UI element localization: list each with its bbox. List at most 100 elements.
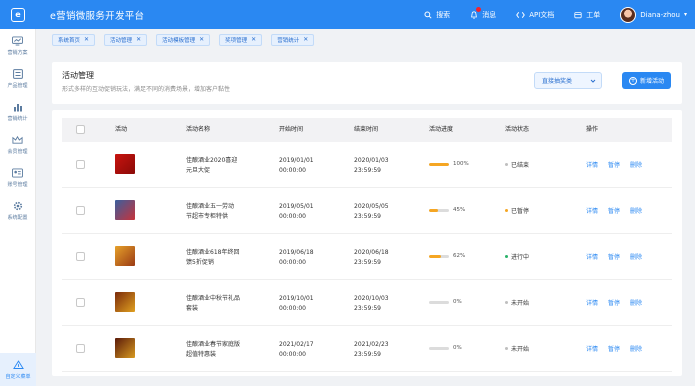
sidebar-item-label: 会员管理 bbox=[7, 148, 28, 155]
end-date: 2021/02/23 bbox=[354, 341, 389, 348]
tab-activity-management[interactable]: 活动管理 ✕ bbox=[104, 33, 148, 46]
tab-label: 奖项管理 bbox=[225, 37, 248, 44]
sidebar-item-members[interactable]: 会员管理 bbox=[0, 128, 35, 161]
delete-link[interactable]: 删除 bbox=[630, 206, 642, 215]
progress-percent: 0% bbox=[453, 345, 462, 351]
end-date: 2020/05/05 bbox=[354, 203, 389, 210]
tickets-button[interactable]: 工单 bbox=[574, 10, 600, 20]
start-time: 00:00:00 bbox=[279, 351, 306, 358]
username[interactable]: Diana-zhou bbox=[640, 11, 680, 19]
activity-name-line1: 佳酿酒业春节家庭版 bbox=[186, 341, 241, 348]
search-button[interactable]: 搜索 bbox=[424, 10, 450, 20]
end-time: 23:59:59 bbox=[354, 351, 381, 358]
pause-link[interactable]: 暂停 bbox=[608, 252, 620, 261]
detail-link[interactable]: 详情 bbox=[586, 206, 598, 215]
sidebar-item-products[interactable]: 产品管理 bbox=[0, 62, 35, 95]
activity-name-line1: 佳酿酒业中秋节礼品 bbox=[186, 295, 241, 302]
close-icon[interactable]: ✕ bbox=[84, 36, 89, 43]
progress: 0% bbox=[429, 299, 462, 305]
delete-link[interactable]: 删除 bbox=[630, 344, 642, 353]
close-icon[interactable]: ✕ bbox=[199, 36, 204, 43]
activity-thumbnail bbox=[115, 246, 135, 266]
sidebar-item-accounts[interactable]: 账号管理 bbox=[0, 161, 35, 194]
row-checkbox[interactable] bbox=[76, 298, 85, 307]
tab-label: 营销统计 bbox=[277, 37, 300, 44]
progress-percent: 45% bbox=[453, 207, 466, 213]
tab-home[interactable]: 系统首页 ✕ bbox=[52, 33, 96, 46]
start-date: 2021/02/17 bbox=[279, 341, 314, 348]
sidebar-item-label: 营销统计 bbox=[7, 115, 28, 122]
activity-name-line2: 元旦大促 bbox=[186, 167, 211, 174]
detail-link[interactable]: 详情 bbox=[586, 298, 598, 307]
messages-label: 消息 bbox=[482, 10, 497, 19]
detail-link[interactable]: 详情 bbox=[586, 160, 598, 169]
delete-link[interactable]: 删除 bbox=[630, 252, 642, 261]
api-docs-button[interactable]: API文档 bbox=[516, 10, 554, 20]
pause-link[interactable]: 暂停 bbox=[608, 206, 620, 215]
sidebar-item-label: 自定义菜单 bbox=[5, 373, 31, 380]
tab-activity-templates[interactable]: 活动模板管理 ✕ bbox=[156, 33, 211, 46]
tab-label: 系统首页 bbox=[58, 37, 81, 44]
search-label: 搜索 bbox=[436, 10, 451, 19]
sidebar-item-statistics[interactable]: 营销统计 bbox=[0, 95, 35, 128]
detail-link[interactable]: 详情 bbox=[586, 344, 598, 353]
tab-label: 活动模板管理 bbox=[162, 37, 196, 44]
end-time: 23:59:59 bbox=[354, 213, 381, 220]
row-checkbox[interactable] bbox=[76, 344, 85, 353]
activity-thumbnail bbox=[115, 154, 135, 174]
crown-icon bbox=[12, 135, 23, 144]
row-checkbox[interactable] bbox=[76, 252, 85, 261]
table-header: 活动 活动名称 开始时间 结束时间 活动进度 活动状态 操作 bbox=[62, 118, 672, 142]
delete-link[interactable]: 删除 bbox=[630, 298, 642, 307]
progress-percent: 100% bbox=[453, 161, 469, 167]
sidebar-item-custom-menu[interactable]: 自定义菜单 bbox=[0, 353, 36, 386]
table-row: 佳酿酒业2020喜迎 元旦大促 2019/01/01 00:00:00 2020/01/… bbox=[62, 142, 672, 188]
start-time: 00:00:00 bbox=[279, 259, 306, 266]
status-label: 已结束 bbox=[511, 162, 530, 169]
avatar[interactable] bbox=[620, 6, 637, 23]
close-icon[interactable]: ✕ bbox=[136, 36, 141, 43]
close-icon[interactable]: ✕ bbox=[251, 36, 256, 43]
pause-link[interactable]: 暂停 bbox=[608, 344, 620, 353]
sidebar: 营销方案 产品管理 营销统计 会员管理 账号管理 系统配置 自定义菜单 bbox=[0, 29, 36, 386]
code-icon bbox=[516, 11, 526, 18]
add-activity-button[interactable]: + 新增活动 bbox=[622, 72, 671, 89]
detail-link[interactable]: 详情 bbox=[586, 252, 598, 261]
list-icon bbox=[12, 68, 23, 79]
messages-button[interactable]: 消息 bbox=[470, 6, 497, 20]
column-header-progress: 活动进度 bbox=[429, 126, 454, 133]
column-header-activity: 活动 bbox=[115, 126, 128, 133]
unread-badge bbox=[476, 6, 482, 12]
select-all-checkbox[interactable] bbox=[76, 125, 85, 134]
row-checkbox[interactable] bbox=[76, 206, 85, 215]
page-description: 形式多样的互动促销玩法，满足不同的消费场景，增加客户黏性 bbox=[62, 86, 231, 93]
end-time: 23:59:59 bbox=[354, 167, 381, 174]
ticket-icon bbox=[574, 11, 582, 18]
api-docs-label: API文档 bbox=[529, 10, 555, 19]
sidebar-item-marketing-plan[interactable]: 营销方案 bbox=[0, 29, 35, 62]
table-row: 佳酿酒业中秋节礼品 套装 2019/10/01 00:00:00 2020/10/03 2… bbox=[62, 280, 672, 326]
pause-link[interactable]: 暂停 bbox=[608, 298, 620, 307]
table-row: 佳酿酒业五一劳动 节超市专柜特供 2019/05/01 00:00:00 2020/05… bbox=[62, 188, 672, 234]
status-badge: 未开始 bbox=[505, 298, 529, 307]
activity-thumbnail bbox=[115, 292, 135, 312]
column-header-start: 开始时间 bbox=[279, 126, 304, 133]
close-icon[interactable]: ✕ bbox=[303, 36, 308, 43]
pause-link[interactable]: 暂停 bbox=[608, 160, 620, 169]
app-logo[interactable]: e bbox=[0, 0, 36, 29]
select-value: 直接抽奖类 bbox=[542, 78, 573, 85]
column-header-actions: 操作 bbox=[586, 126, 599, 133]
category-select[interactable]: 直接抽奖类 bbox=[534, 72, 602, 89]
progress-fill bbox=[429, 162, 449, 166]
table-row: 佳酿酒业春节家庭版 超值特惠装 2021/02/17 00:00:00 2021/02/… bbox=[62, 326, 672, 372]
chevron-down-icon[interactable]: ▾ bbox=[684, 11, 687, 18]
tab-statistics[interactable]: 营销统计 ✕ bbox=[271, 33, 315, 46]
activity-name-line2: 馈5折促销 bbox=[186, 259, 214, 266]
tab-prizes[interactable]: 奖项管理 ✕ bbox=[219, 33, 263, 46]
status-label: 已暂停 bbox=[511, 208, 530, 215]
row-checkbox[interactable] bbox=[76, 160, 85, 169]
delete-link[interactable]: 删除 bbox=[630, 160, 642, 169]
activity-name-line2: 节超市专柜特供 bbox=[186, 213, 229, 220]
sidebar-item-settings[interactable]: 系统配置 bbox=[0, 194, 35, 227]
start-time: 00:00:00 bbox=[279, 167, 306, 174]
